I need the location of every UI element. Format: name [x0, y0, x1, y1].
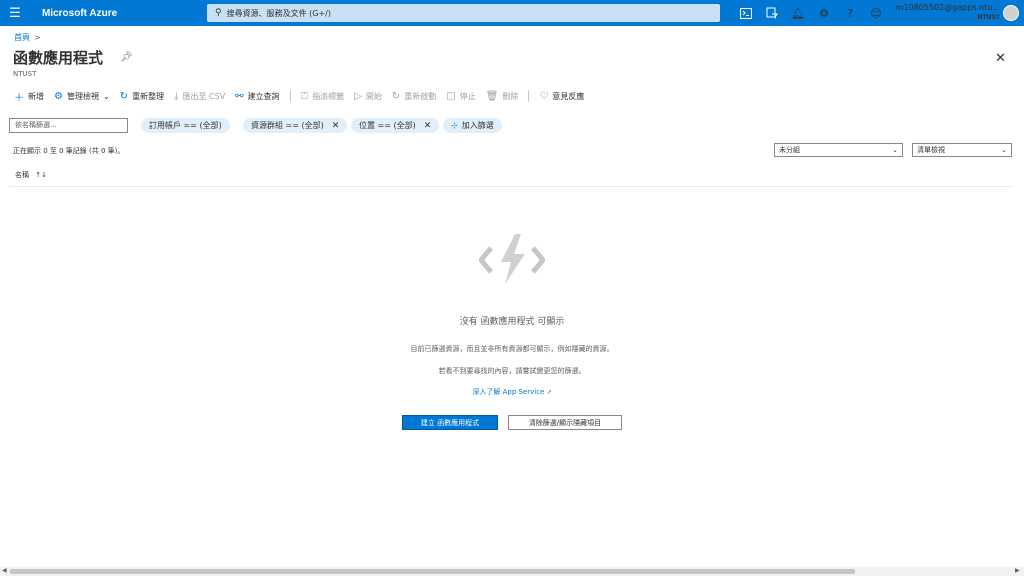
stop-label: 停止: [459, 91, 476, 101]
notifications-icon[interactable]: 🔔︎: [785, 0, 811, 26]
menu-icon[interactable]: ☰: [0, 0, 30, 26]
gear-icon: ⚙: [54, 90, 63, 102]
add-filter-icon: ⊹: [451, 121, 458, 130]
view-value: 清單檢視: [917, 146, 945, 154]
clear-filters-button[interactable]: 清除篩選/顯示隱藏項目: [508, 415, 622, 430]
search-placeholder: 搜尋資源、服務及文件 (G+/): [226, 8, 331, 18]
cloud-shell-icon[interactable]: [733, 0, 759, 26]
page-subtitle: NTUST: [13, 70, 37, 78]
learn-more-link[interactable]: 深入了解 App Service ↗: [0, 387, 1024, 397]
help-icon[interactable]: ?: [837, 0, 863, 26]
account-tenant: NTUST: [977, 14, 1000, 21]
open-query-button[interactable]: ⚯ 建立查詢: [235, 91, 279, 102]
toolbar-divider: [528, 90, 530, 102]
top-icons: 🔔︎ ⚙ ? ☺: [733, 0, 889, 26]
view-dropdown[interactable]: 清單檢視 ⌄: [912, 143, 1012, 157]
refresh-label: 重新整理: [132, 91, 165, 101]
location-filter-pill[interactable]: 位置 == (全部) ✕: [351, 118, 440, 133]
open-query-label: 建立查詢: [247, 91, 280, 101]
command-bar: ＋新增 ⚙ 管理檢視 ⌄ ↻ 重新整理 ⤓ 匯出至 CSV ⚯ 建立查詢 ⏍ 指派標籤 ▷ 開…: [14, 88, 594, 104]
add-filter-button[interactable]: ⊹ 加入篩選: [443, 118, 502, 133]
refresh-icon: ↻: [119, 90, 129, 102]
grouping-dropdown[interactable]: 未分組 ⌄: [774, 143, 903, 157]
start-button[interactable]: ▷ 開始: [354, 91, 382, 102]
subscription-filter-label: 訂用帳戶 == (全部): [149, 121, 222, 130]
record-count: 正在顯示 0 至 0 筆記錄 (共 0 筆)。: [13, 147, 125, 155]
breadcrumb-home[interactable]: 首頁: [14, 33, 30, 42]
restart-label: 重新啟動: [404, 91, 437, 101]
pin-icon[interactable]: 📌︎: [120, 52, 133, 63]
new-button[interactable]: ＋ 新增: [14, 89, 44, 104]
subscription-filter-pill[interactable]: 訂用帳戶 == (全部): [141, 118, 230, 133]
query-icon: ⚯: [235, 90, 244, 102]
horizontal-scrollbar[interactable]: ◀ ▶: [0, 567, 1024, 576]
account-name: m10805502@gapps.ntu...: [895, 3, 1000, 12]
brand-label[interactable]: Microsoft Azure: [42, 8, 117, 19]
avatar[interactable]: [1003, 5, 1019, 21]
divider: [9, 186, 1014, 187]
search-icon: ⚲: [215, 8, 222, 18]
heart-icon: ♡: [539, 90, 549, 102]
page-title: 函數應用程式: [13, 49, 104, 67]
external-link-icon: ↗: [546, 389, 552, 396]
new-label: 新增: [28, 91, 44, 101]
sort-icon: ↑↓: [35, 171, 47, 179]
chevron-down-icon: ⌄: [102, 91, 110, 101]
manage-view-button[interactable]: ⚙ 管理檢視 ⌄: [54, 91, 110, 102]
stop-button[interactable]: □ 停止: [446, 91, 475, 102]
resource-group-filter-label: 資源群組 == (全部): [251, 121, 324, 130]
play-icon: ▷: [354, 90, 362, 102]
restart-icon: ↻: [391, 90, 401, 102]
resource-group-filter-pill[interactable]: 資源群組 == (全部) ✕: [243, 118, 348, 133]
close-icon[interactable]: ✕: [995, 51, 1006, 66]
feedback-label: 意見反應: [552, 91, 585, 101]
toolbar-divider: [289, 90, 291, 102]
function-app-icon: [477, 230, 547, 290]
tag-icon: ⏍: [300, 90, 309, 102]
column-header-name[interactable]: 名稱 ↑↓: [15, 170, 47, 180]
stop-icon: □: [446, 90, 456, 102]
plus-icon: ＋: [14, 92, 24, 104]
create-function-app-button[interactable]: 建立 函數應用程式: [402, 415, 498, 430]
refresh-button[interactable]: ↻ 重新整理: [120, 91, 164, 102]
assign-tags-button[interactable]: ⏍ 指派標籤: [301, 91, 345, 102]
close-icon[interactable]: ✕: [332, 121, 340, 131]
assign-tags-label: 指派標籤: [312, 91, 345, 101]
add-filter-label: 加入篩選: [461, 121, 494, 130]
manage-view-label: 管理檢視: [66, 91, 99, 101]
feedback-button[interactable]: ♡ 意見反應: [539, 91, 584, 102]
restart-button[interactable]: ↻ 重新啟動: [392, 91, 436, 102]
export-csv-label: 匯出至 CSV: [182, 91, 226, 101]
learn-more-label: 深入了解 App Service: [472, 388, 545, 396]
download-icon: ⤓: [174, 90, 179, 102]
chevron-down-icon: ⌄: [892, 146, 898, 154]
scrollbar-thumb[interactable]: [10, 569, 855, 574]
trash-icon: 🗑︎: [485, 90, 499, 102]
column-label: 名稱: [15, 171, 29, 179]
grouping-value: 未分組: [779, 146, 800, 154]
start-label: 開始: [365, 91, 382, 101]
empty-state-title: 沒有 函數應用程式 可顯示: [459, 317, 565, 327]
close-icon[interactable]: ✕: [424, 121, 432, 131]
settings-icon[interactable]: ⚙: [811, 0, 837, 26]
directory-filter-icon[interactable]: [759, 0, 785, 26]
delete-label: 刪除: [502, 91, 519, 101]
name-filter-input[interactable]: 依名稱篩選...: [9, 118, 128, 133]
global-search-input[interactable]: ⚲ 搜尋資源、服務及文件 (G+/): [207, 4, 720, 22]
breadcrumb-separator: >: [34, 33, 41, 42]
breadcrumb: 首頁 >: [14, 32, 41, 43]
delete-button[interactable]: 🗑︎ 刪除: [486, 91, 519, 102]
scroll-right-icon[interactable]: ▶: [1015, 567, 1020, 574]
export-csv-button[interactable]: ⤓ 匯出至 CSV: [174, 91, 225, 102]
account-menu[interactable]: m10805502@gapps.ntu... NTUST: [885, 3, 1000, 23]
scroll-left-icon[interactable]: ◀: [2, 567, 7, 574]
chevron-down-icon: ⌄: [1001, 146, 1007, 154]
empty-state-line-1: 目前已篩選資源，而且並非所有資源都可顯示，例如隱藏的資源。: [410, 345, 614, 353]
empty-state-line-2: 若看不到要尋找的內容，請嘗試變更您的篩選。: [438, 367, 586, 375]
location-filter-label: 位置 == (全部): [359, 121, 416, 130]
